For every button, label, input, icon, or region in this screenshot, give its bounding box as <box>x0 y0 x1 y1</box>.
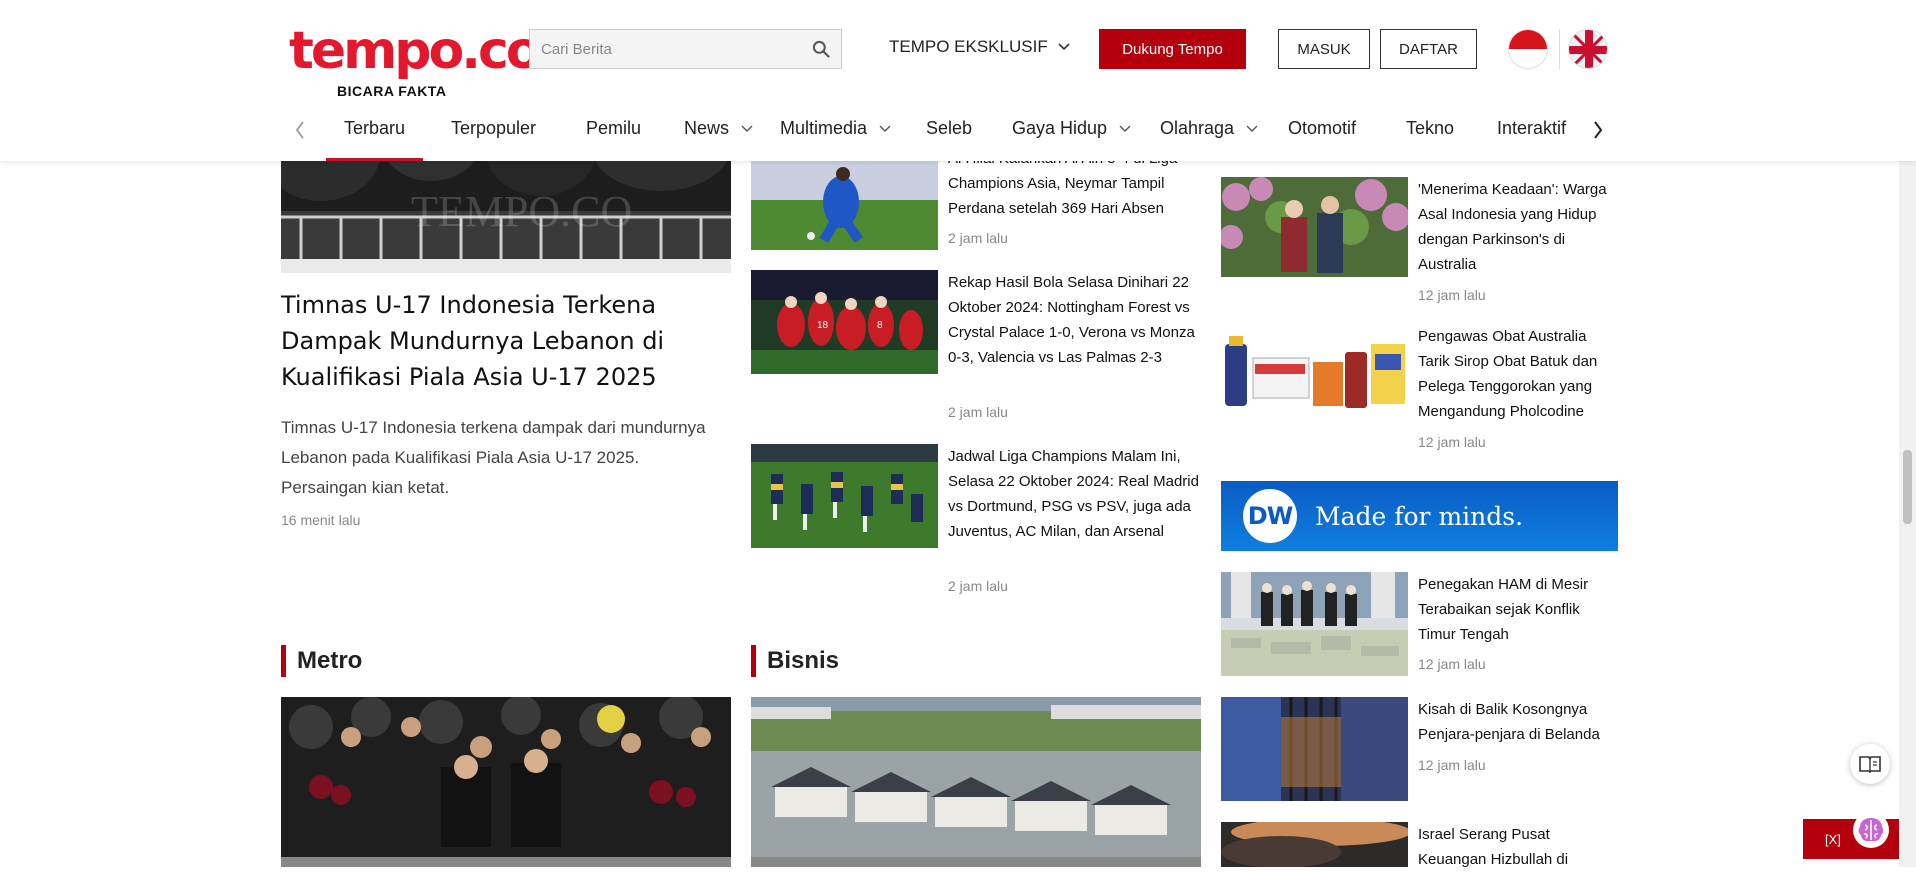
section-title-bisnis[interactable]: Bisnis <box>751 645 839 677</box>
chevron-down-icon <box>879 125 891 132</box>
nav-label: Multimedia <box>780 118 868 138</box>
tempo-eksklusif-menu[interactable]: TEMPO EKSKLUSIF <box>889 37 1070 57</box>
nav-label: Terbaru <box>344 118 406 138</box>
masuk-button[interactable]: MASUK <box>1278 29 1370 69</box>
article-time: 12 jam lalu <box>1418 656 1486 672</box>
nav-label: News <box>684 118 730 138</box>
nav-label: Interaktif <box>1497 118 1567 138</box>
nav-item-otomotif[interactable]: Otomotif <box>1288 118 1356 139</box>
article-thumbnail[interactable] <box>1221 822 1408 867</box>
article-title[interactable]: 'Menerima Keadaan': Warga Asal Indonesia… <box>1418 177 1618 277</box>
nav-item-multimedia[interactable]: Multimedia <box>780 118 891 139</box>
article-title[interactable]: Penegakan HAM di Mesir Terabaikan sejak … <box>1418 572 1618 647</box>
scrollbar-thumb[interactable] <box>1903 450 1912 524</box>
nav-item-pemilu[interactable]: Pemilu <box>586 118 641 139</box>
nav-item-news[interactable]: News <box>684 118 753 139</box>
nav-item-gaya-hidup[interactable]: Gaya Hidup <box>1012 118 1131 139</box>
article-time: 2 jam lalu <box>948 230 1008 246</box>
image-watermark: TEMPO.CO <box>411 187 632 236</box>
tempo-logo[interactable]: tempo.co BICARA FAKTA <box>289 21 542 99</box>
dw-logo: DW <box>1243 489 1297 543</box>
eksklusif-label: TEMPO EKSKLUSIF <box>889 37 1048 56</box>
svg-text:18: 18 <box>817 320 829 331</box>
nav-label: Tekno <box>1406 118 1455 138</box>
category-nav: Terbaru Terpopuler Pemilu News Multimedi… <box>280 108 1610 161</box>
nav-prev-button[interactable] <box>288 118 312 142</box>
nav-item-terbaru[interactable]: Terbaru <box>325 118 424 161</box>
chevron-down-icon <box>1058 43 1070 51</box>
site-header: tempo.co BICARA FAKTA TEMPO EKSKLUSIF Du… <box>0 0 1916 161</box>
nav-label: Pemilu <box>586 118 642 138</box>
uk-flag-icon[interactable] <box>1568 29 1608 69</box>
chevron-down-icon <box>1246 125 1258 132</box>
nav-label: Seleb <box>926 118 973 138</box>
dukung-tempo-button[interactable]: Dukung Tempo <box>1099 29 1246 69</box>
article-time: 12 jam lalu <box>1418 434 1486 450</box>
book-icon <box>1859 756 1881 773</box>
article-thumbnail[interactable] <box>1221 572 1408 676</box>
logo-tagline: BICARA FAKTA <box>337 83 447 99</box>
chevron-right-icon <box>1594 121 1603 139</box>
article-title[interactable]: Pengawas Obat Australia Tarik Sirop Obat… <box>1418 324 1618 424</box>
indonesia-flag-icon[interactable] <box>1508 29 1548 69</box>
article-title[interactable]: Jadwal Liga Champions Malam Ini, Selasa … <box>948 444 1208 544</box>
feature-title[interactable]: Timnas U-17 Indonesia Terkena Dampak Mun… <box>281 287 741 395</box>
article-time: 12 jam lalu <box>1418 287 1486 303</box>
article-thumbnail[interactable] <box>1221 324 1408 424</box>
nav-next-button[interactable] <box>1586 118 1610 142</box>
logo-text: tempo.co <box>289 21 542 81</box>
chevron-left-icon <box>295 121 304 139</box>
article-thumbnail[interactable] <box>751 444 938 548</box>
nav-item-olahraga[interactable]: Olahraga <box>1160 118 1258 139</box>
article-thumbnail[interactable]: 18 8 <box>751 270 938 374</box>
nav-label: Gaya Hidup <box>1012 118 1108 138</box>
article-title[interactable]: Rekap Hasil Bola Selasa Dinihari 22 Okto… <box>948 270 1208 370</box>
nav-item-terpopuler[interactable]: Terpopuler <box>451 118 536 139</box>
article-title[interactable]: Kisah di Balik Kosongnya Penjara-penjara… <box>1418 697 1618 747</box>
dw-advert-banner[interactable]: DW Made for minds. <box>1221 481 1618 551</box>
nav-item-tekno[interactable]: Tekno <box>1406 118 1454 139</box>
bisnis-feature-image[interactable] <box>751 697 1201 867</box>
daftar-button[interactable]: DAFTAR <box>1380 29 1477 69</box>
article-time: 2 jam lalu <box>948 404 1008 420</box>
dw-slogan: Made for minds. <box>1315 501 1524 531</box>
article-thumbnail[interactable] <box>751 160 938 250</box>
article-thumbnail[interactable] <box>1221 177 1408 277</box>
chevron-down-icon <box>1119 125 1131 132</box>
feature-description: Timnas U-17 Indonesia terkena dampak dar… <box>281 418 706 497</box>
svg-text:8: 8 <box>877 320 883 331</box>
section-title-metro[interactable]: Metro <box>281 645 362 677</box>
article-time: 12 jam lalu <box>1418 757 1486 773</box>
ai-brain-icon[interactable] <box>1852 811 1890 849</box>
search-icon[interactable] <box>811 39 831 59</box>
nav-label: Olahraga <box>1160 118 1235 138</box>
chevron-down-icon <box>741 125 753 132</box>
nav-label: Otomotif <box>1288 118 1357 138</box>
article-title[interactable]: Israel Serang Pusat Keuangan Hizbullah d… <box>1418 822 1618 872</box>
feature-time: 16 menit lalu <box>281 512 361 528</box>
nav-item-seleb[interactable]: Seleb <box>926 118 972 139</box>
divider <box>1559 29 1560 69</box>
article-time: 2 jam lalu <box>948 578 1008 594</box>
nav-label: Terpopuler <box>451 118 537 138</box>
search-box <box>529 29 842 69</box>
article-thumbnail[interactable] <box>1221 697 1408 801</box>
nav-item-interaktif[interactable]: Interaktif <box>1497 118 1566 139</box>
search-input[interactable] <box>530 30 800 68</box>
metro-feature-image[interactable] <box>281 697 731 867</box>
reader-mode-button[interactable] <box>1850 744 1890 784</box>
